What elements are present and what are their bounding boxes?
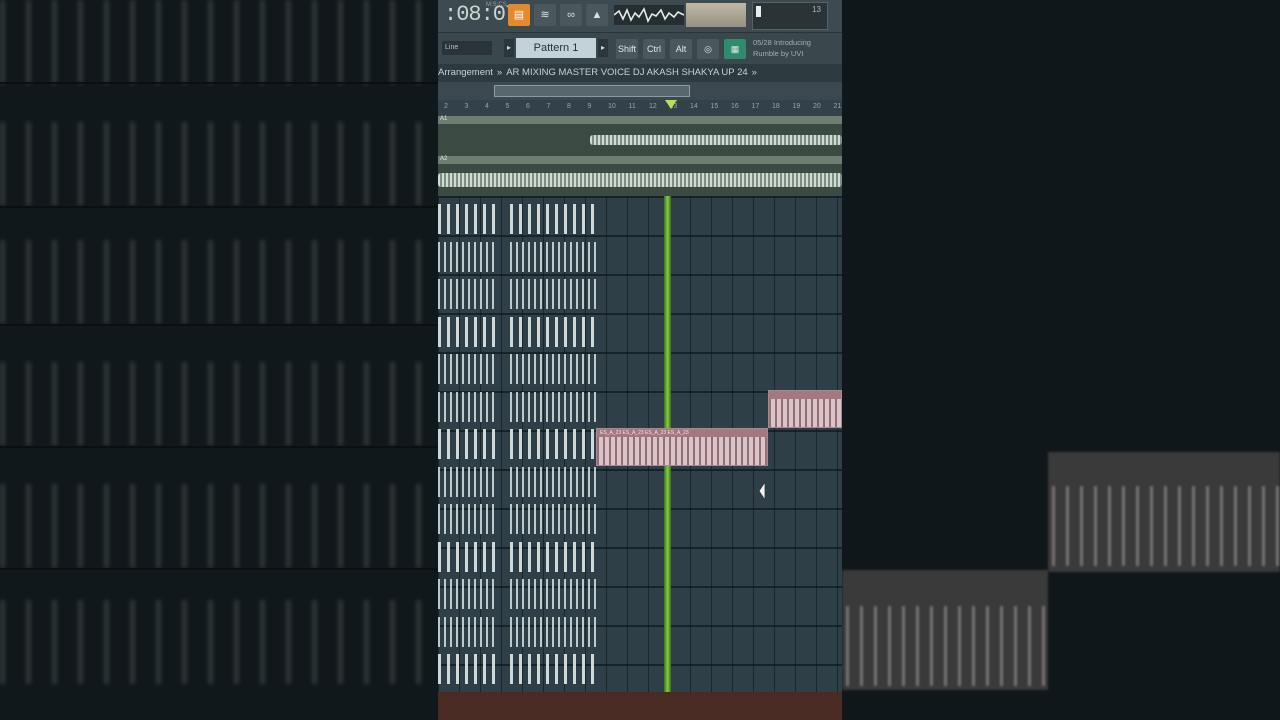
pattern-block[interactable] — [438, 466, 496, 497]
pattern-block[interactable] — [438, 354, 496, 384]
clip-label: ES_A_23 ES_A_23 ES_A_23 ES_A_23 — [597, 429, 767, 437]
ruler-tick: 2 — [444, 103, 448, 110]
ruler-tick: 9 — [587, 103, 592, 110]
tempo-value: 13 — [812, 5, 821, 14]
pattern-block[interactable] — [438, 429, 496, 459]
tempo-slider[interactable]: 13 — [752, 2, 828, 30]
ruler-tick: 21 — [833, 103, 842, 110]
pattern-prev-button[interactable]: ▸ — [504, 39, 514, 57]
pattern-block[interactable] — [438, 316, 496, 347]
audio-track-1[interactable]: A1 — [438, 116, 842, 156]
ruler-tick: 20 — [813, 103, 821, 110]
audio-clip[interactable]: ES_A_23 ES_A_23 ES_A_23 ES_A_23 — [596, 428, 768, 466]
ruler-tick: 17 — [751, 103, 760, 110]
pattern-block[interactable] — [438, 579, 496, 609]
ruler-tick: 11 — [628, 103, 636, 110]
ruler-tick: 16 — [731, 103, 739, 110]
tempo-slider-knob[interactable] — [756, 6, 761, 17]
bottom-status-bar — [438, 692, 842, 720]
ctrl-key-button[interactable]: Ctrl — [643, 39, 665, 59]
breadcrumb-root[interactable]: Arrangement — [438, 67, 493, 78]
pattern-selector[interactable]: Pattern 1 — [516, 38, 596, 58]
ruler-tick: 6 — [526, 103, 530, 110]
ruler-tick: 3 — [464, 103, 469, 110]
track-waveform — [438, 173, 842, 187]
ruler-tick: 10 — [608, 103, 616, 110]
pattern-block[interactable] — [510, 241, 596, 272]
time-unit-label: M:S:CS — [486, 2, 507, 8]
pattern-block[interactable] — [510, 391, 596, 422]
pattern-block[interactable] — [510, 204, 596, 234]
waveform-scope-icon — [613, 5, 685, 25]
pattern-block[interactable] — [510, 279, 596, 309]
time-ruler[interactable]: 2 3 4 5 6 7 8 9 10 11 12 13 14 15 16 17 18 19 20 21 — [438, 100, 842, 116]
blurred-background-left — [0, 0, 438, 720]
breadcrumb-project[interactable]: AR MIXING MASTER VOICE DJ AKASH SHAKYA U… — [506, 67, 747, 78]
metronome-icon[interactable]: ▲ — [586, 4, 608, 26]
breadcrumb: Arrangement» AR MIXING MASTER VOICE DJ AK… — [438, 64, 842, 82]
ruler-tick: 8 — [567, 103, 571, 110]
pattern-block[interactable] — [510, 654, 596, 684]
pattern-block[interactable] — [438, 204, 496, 234]
playlist-overview[interactable] — [438, 82, 842, 100]
mouse-cursor-icon — [758, 480, 766, 502]
pattern-block[interactable] — [438, 616, 496, 647]
ruler-tick: 12 — [649, 103, 657, 110]
overview-view-window[interactable] — [494, 85, 690, 97]
pattern-block[interactable] — [510, 541, 596, 572]
pattern-block[interactable] — [510, 466, 596, 497]
pattern-block[interactable] — [438, 504, 496, 534]
master-level-meter — [686, 3, 746, 27]
track-waveform — [590, 135, 842, 145]
transport-toolbar: :08:07 M:S:CS ▤ ≋ ∞ ▲ 13 — [438, 0, 842, 32]
ruler-tick: 15 — [710, 103, 719, 110]
playlist-toolbar: Line ▸ Pattern 1 ▸ Shift Ctrl Alt ◎ ▦ 05… — [438, 32, 842, 65]
news-panel[interactable]: 05/28 Introducing Rumble by UVI — [753, 37, 839, 59]
pattern-block[interactable] — [510, 504, 596, 534]
ruler-tick: 4 — [485, 103, 489, 110]
alt-key-button[interactable]: Alt — [670, 39, 692, 59]
pattern-block[interactable] — [438, 541, 496, 572]
audio-clip[interactable] — [768, 390, 842, 428]
loop-icon[interactable]: ∞ — [560, 4, 582, 26]
news-line-2: Rumble by UVI — [753, 49, 804, 58]
song-mode-icon[interactable]: ≋ — [534, 4, 556, 26]
pattern-block[interactable] — [438, 279, 496, 309]
pattern-block[interactable] — [510, 316, 596, 347]
snap-icon[interactable]: ▦ — [724, 39, 746, 59]
pattern-mode-icon[interactable]: ▤ — [508, 4, 530, 26]
breadcrumb-tail: » — [751, 67, 757, 78]
pattern-block[interactable] — [438, 391, 496, 422]
ruler-tick: 14 — [690, 103, 698, 110]
track-label: A1 — [440, 116, 448, 122]
breadcrumb-separator: » — [496, 67, 503, 78]
ruler-tick: 19 — [792, 103, 801, 110]
pattern-block[interactable] — [438, 241, 496, 272]
pattern-block[interactable] — [510, 354, 596, 384]
shift-key-button[interactable]: Shift — [616, 39, 638, 59]
daw-window: :08:07 M:S:CS ▤ ≋ ∞ ▲ 13 Line ▸ Pattern … — [438, 0, 842, 720]
record-icon[interactable]: ◎ — [697, 39, 719, 59]
ruler-tick: 5 — [505, 103, 510, 110]
blurred-background-right — [842, 0, 1280, 720]
ruler-tick: 18 — [772, 103, 780, 110]
snap-select[interactable]: Line — [442, 41, 492, 55]
news-line-1: 05/28 Introducing — [753, 38, 811, 47]
playhead-marker-icon[interactable] — [665, 100, 677, 109]
audio-track-2[interactable]: A2 — [438, 156, 842, 196]
track-label: A2 — [440, 156, 448, 162]
pattern-block[interactable] — [438, 654, 496, 684]
pattern-block[interactable] — [510, 429, 596, 459]
pattern-block[interactable] — [510, 616, 596, 647]
pattern-menu-button[interactable]: ▸ — [598, 39, 608, 57]
ruler-tick: 7 — [546, 103, 551, 110]
pattern-block[interactable] — [510, 579, 596, 609]
